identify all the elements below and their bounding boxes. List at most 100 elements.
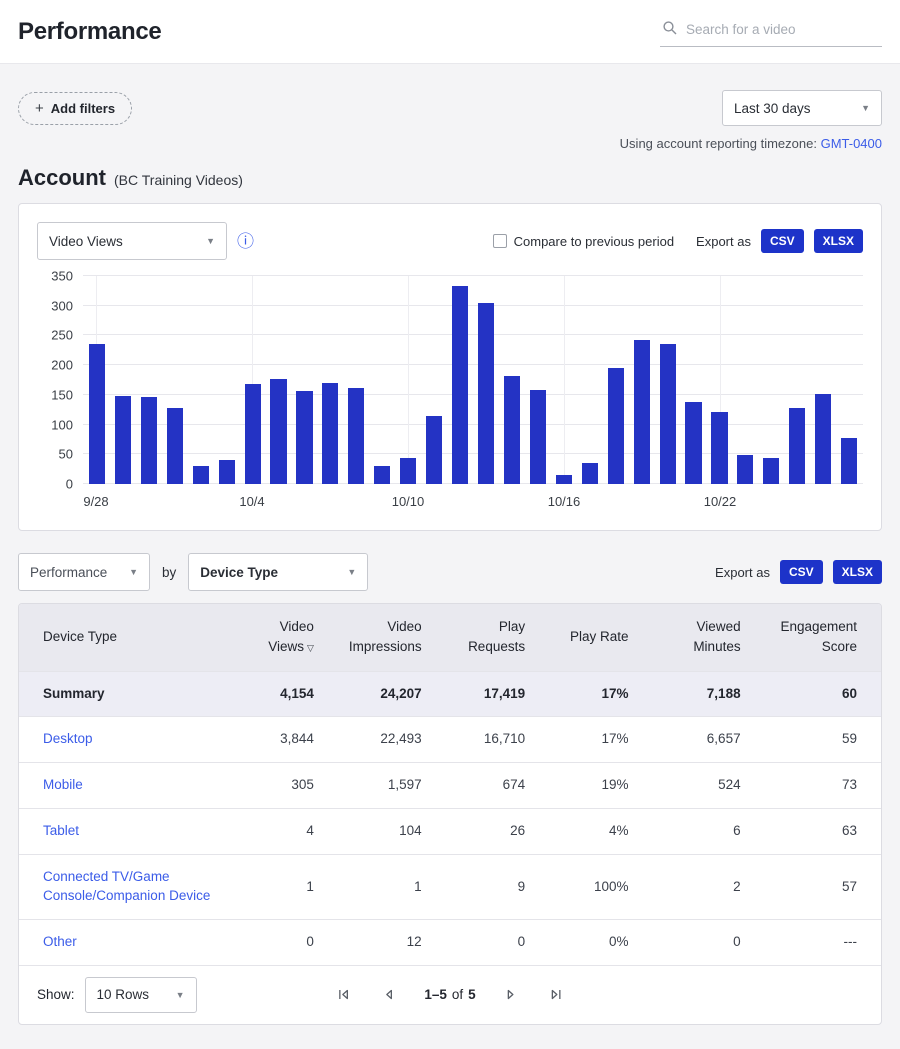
page-status: 1–5 of 5 bbox=[424, 987, 475, 1002]
export-xlsx-button[interactable]: XLSX bbox=[833, 560, 882, 584]
timezone-link[interactable]: GMT-0400 bbox=[821, 136, 882, 151]
chart-bar[interactable] bbox=[167, 408, 183, 484]
chart-bar[interactable] bbox=[322, 383, 338, 484]
table-cell: 6,657 bbox=[653, 717, 765, 763]
show-label: Show: bbox=[37, 987, 75, 1002]
table-cell: --- bbox=[765, 919, 881, 964]
add-filters-button[interactable]: + Add filters bbox=[18, 92, 132, 125]
chart-bar[interactable] bbox=[374, 466, 390, 484]
chart-bar[interactable] bbox=[478, 303, 494, 484]
column-header-video-views[interactable]: Video Views▽ bbox=[243, 604, 338, 671]
chart-bar[interactable] bbox=[426, 416, 442, 484]
export-csv-button[interactable]: CSV bbox=[780, 560, 823, 584]
metric-select-value: Video Views bbox=[49, 234, 123, 249]
bar-chart: 050100150200250300350 9/2810/410/1010/16… bbox=[37, 276, 863, 512]
previous-page-button[interactable] bbox=[379, 985, 398, 1004]
table-cell: 22,493 bbox=[338, 717, 446, 763]
dimension-select[interactable]: Device Type ▼ bbox=[188, 553, 368, 591]
y-tick-label: 100 bbox=[51, 417, 73, 432]
chevron-down-icon: ▼ bbox=[206, 236, 215, 246]
next-page-button[interactable] bbox=[502, 985, 521, 1004]
chart-bar[interactable] bbox=[348, 388, 364, 484]
table-cell: 59 bbox=[765, 717, 881, 763]
search-input[interactable] bbox=[660, 16, 882, 47]
chart-bar[interactable] bbox=[660, 344, 676, 484]
compare-checkbox[interactable] bbox=[493, 234, 507, 248]
table-cell: 26 bbox=[446, 809, 549, 855]
x-tick-label: 10/16 bbox=[548, 494, 581, 509]
device-link[interactable]: Tablet bbox=[43, 823, 79, 838]
chart-bar[interactable] bbox=[193, 466, 209, 484]
device-link[interactable]: Other bbox=[43, 934, 77, 949]
chart-bar[interactable] bbox=[452, 286, 468, 484]
device-link[interactable]: Connected TV/Game Console/Companion Devi… bbox=[43, 869, 210, 903]
table-cell: 0 bbox=[243, 919, 338, 964]
sort-desc-icon[interactable]: ▽ bbox=[307, 643, 314, 653]
chart-bar[interactable] bbox=[582, 463, 598, 484]
y-tick-label: 50 bbox=[59, 447, 73, 462]
chart-bar[interactable] bbox=[270, 379, 286, 484]
chart-bar[interactable] bbox=[556, 475, 572, 484]
chart-bar[interactable] bbox=[789, 408, 805, 484]
column-header-engagement-score[interactable]: Engagement Score bbox=[765, 604, 881, 671]
y-tick-label: 200 bbox=[51, 358, 73, 373]
y-tick-label: 350 bbox=[51, 269, 73, 284]
chart-bar[interactable] bbox=[711, 412, 727, 485]
chart-bar[interactable] bbox=[634, 340, 650, 484]
chart-bar[interactable] bbox=[219, 460, 235, 484]
chart-bar[interactable] bbox=[608, 368, 624, 484]
chart-bar[interactable] bbox=[841, 438, 857, 484]
x-tick-label: 10/4 bbox=[239, 494, 264, 509]
column-header-play-rate[interactable]: Play Rate bbox=[549, 604, 652, 671]
table-cell: 57 bbox=[765, 855, 881, 920]
device-link[interactable]: Mobile bbox=[43, 777, 83, 792]
device-type-table-card: Device Type Video Views▽ Video Impressio… bbox=[18, 603, 882, 1025]
report-type-select[interactable]: Performance ▼ bbox=[18, 553, 150, 591]
device-link[interactable]: Desktop bbox=[43, 731, 93, 746]
chart-bar[interactable] bbox=[245, 384, 261, 484]
column-header-play-requests[interactable]: Play Requests bbox=[446, 604, 549, 671]
table-cell: 4 bbox=[243, 809, 338, 855]
table-cell: 305 bbox=[243, 763, 338, 809]
chevron-down-icon: ▼ bbox=[176, 990, 185, 1000]
table-cell: 0 bbox=[446, 919, 549, 964]
main-section: + Add filters Last 30 days ▼ Using accou… bbox=[0, 64, 900, 1049]
table-footer: Show: 10 Rows ▼ 1–5 of 5 bbox=[19, 965, 881, 1024]
column-header-video-impressions[interactable]: Video Impressions bbox=[338, 604, 446, 671]
table-row-summary: Summary 4,154 24,207 17,419 17% 7,188 60 bbox=[19, 671, 881, 717]
chart-bar[interactable] bbox=[89, 344, 105, 484]
y-tick-label: 250 bbox=[51, 328, 73, 343]
chart-bar[interactable] bbox=[530, 390, 546, 484]
table-cell: 1,597 bbox=[338, 763, 446, 809]
chart-bar[interactable] bbox=[763, 458, 779, 484]
table-cell: 1 bbox=[243, 855, 338, 920]
chart-bar[interactable] bbox=[685, 402, 701, 484]
chart-bar[interactable] bbox=[504, 376, 520, 484]
device-type-table: Device Type Video Views▽ Video Impressio… bbox=[19, 604, 881, 965]
chart-bar[interactable] bbox=[141, 397, 157, 484]
table-cell: 104 bbox=[338, 809, 446, 855]
first-page-button[interactable] bbox=[334, 985, 353, 1004]
chart-bar[interactable] bbox=[815, 394, 831, 484]
chart-bar[interactable] bbox=[115, 396, 131, 484]
export-xlsx-button[interactable]: XLSX bbox=[814, 229, 863, 253]
chart-bar[interactable] bbox=[737, 455, 753, 484]
export-csv-button[interactable]: CSV bbox=[761, 229, 804, 253]
chart-bar[interactable] bbox=[296, 391, 312, 484]
chart-bar[interactable] bbox=[400, 458, 416, 484]
table-cell: 3,844 bbox=[243, 717, 338, 763]
by-label: by bbox=[162, 565, 176, 580]
column-header-viewed-minutes[interactable]: Viewed Minutes bbox=[653, 604, 765, 671]
dimension-select-value: Device Type bbox=[200, 565, 278, 580]
filter-row: + Add filters Last 30 days ▼ bbox=[18, 90, 882, 126]
y-tick-label: 150 bbox=[51, 387, 73, 402]
table-cell: 73 bbox=[765, 763, 881, 809]
date-range-select[interactable]: Last 30 days ▼ bbox=[722, 90, 882, 126]
last-page-button[interactable] bbox=[547, 985, 566, 1004]
timezone-text: Using account reporting timezone: bbox=[620, 136, 817, 151]
table-cell: 7,188 bbox=[653, 671, 765, 717]
x-tick-label: 9/28 bbox=[83, 494, 108, 509]
rows-per-page-select[interactable]: 10 Rows ▼ bbox=[85, 977, 197, 1013]
info-icon[interactable]: ⓘ bbox=[237, 233, 254, 250]
metric-select[interactable]: Video Views ▼ bbox=[37, 222, 227, 260]
